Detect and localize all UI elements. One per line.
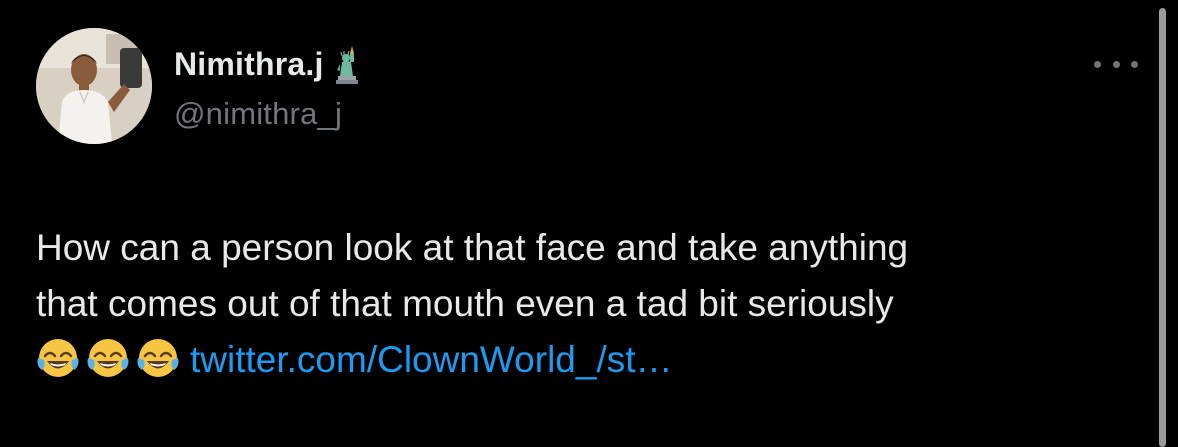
tweet-text-line: that comes out of that mouth even a tad …: [36, 283, 894, 324]
more-options-icon: [1131, 60, 1138, 68]
face-with-tears-of-joy-icon: [86, 336, 130, 380]
avatar-photo: [36, 28, 152, 144]
scrollbar[interactable]: [1159, 8, 1166, 447]
tweet-text-line-emoji-link: twitter.com/ClownWorld_/st…: [36, 332, 1136, 388]
face-with-tears-of-joy-icon: [36, 336, 80, 380]
tweet-text: How can a person look at that face and t…: [36, 220, 1136, 388]
statue-of-liberty-icon: [334, 44, 364, 84]
tweet-link[interactable]: twitter.com/ClownWorld_/st…: [190, 339, 673, 380]
more-options-button[interactable]: [1092, 52, 1140, 76]
avatar[interactable]: [36, 28, 152, 144]
author-name-row[interactable]: Nimithra.j: [174, 44, 364, 84]
author-handle[interactable]: @nimithra_j: [174, 96, 342, 132]
more-options-icon: [1112, 60, 1120, 68]
display-name[interactable]: Nimithra.j: [174, 46, 324, 83]
more-options-icon: [1094, 60, 1101, 68]
tweet: Nimithra.j @nimithra_j How can a person …: [0, 0, 1178, 447]
tweet-text-line: How can a person look at that face and t…: [36, 227, 909, 268]
face-with-tears-of-joy-icon: [136, 336, 180, 380]
